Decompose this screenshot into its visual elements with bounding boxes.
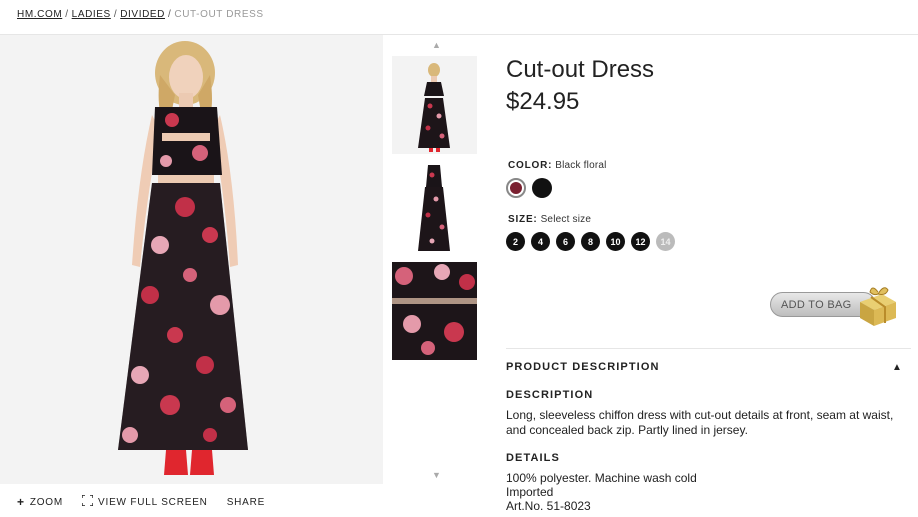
color-swatches [506, 178, 552, 198]
breadcrumb-separator: / [113, 9, 118, 20]
thumbnail-3[interactable] [392, 262, 477, 360]
section-divider [506, 348, 911, 349]
product-price: $24.95 [506, 88, 580, 115]
size-label-row: SIZE: Select size [508, 214, 591, 225]
thumbnails-down-arrow[interactable]: ▼ [432, 470, 441, 480]
product-title: Cut-out Dress [506, 56, 655, 83]
view-full-screen-label: VIEW FULL SCREEN [98, 496, 208, 508]
share-button[interactable]: SHARE [227, 497, 265, 508]
thumbnail-1[interactable] [392, 56, 477, 154]
swatch-black[interactable] [532, 178, 552, 198]
breadcrumb-separator: / [167, 9, 172, 20]
product-description-heading[interactable]: PRODUCT DESCRIPTION [506, 361, 660, 373]
gift-box-icon [852, 280, 900, 333]
zoom-button[interactable]: + ZOOM [17, 495, 64, 509]
description-text: Long, sleeveless chiffon dress with cut-… [506, 408, 894, 437]
expand-icon [81, 494, 94, 509]
details-line-1: 100% polyester. Machine wash cold [506, 471, 697, 485]
size-option-6[interactable]: 6 [556, 232, 575, 251]
share-label: SHARE [226, 496, 266, 508]
size-value: Select size [540, 214, 592, 225]
breadcrumb-link-hm[interactable]: HM.COM [17, 9, 62, 20]
color-value: Black floral [555, 160, 607, 171]
size-option-8[interactable]: 8 [581, 232, 600, 251]
breadcrumb-separator: / [65, 9, 69, 20]
breadcrumb: HM.COM / LADIES / DIVIDED / CUT-OUT DRESS [17, 9, 264, 20]
size-option-4[interactable]: 4 [531, 232, 550, 251]
swatch-black-floral[interactable] [506, 178, 526, 198]
size-option-12[interactable]: 12 [631, 232, 650, 251]
zoom-label: ZOOM [29, 496, 64, 508]
main-product-image[interactable] [0, 35, 383, 484]
size-label: SIZE: [508, 214, 538, 225]
breadcrumb-current: CUT-OUT DRESS [174, 9, 264, 20]
breadcrumb-link-divided[interactable]: DIVIDED [120, 9, 165, 20]
thumbnails-up-arrow[interactable]: ▲ [432, 40, 441, 50]
details-line-2: Imported [506, 485, 554, 499]
size-option-2[interactable]: 2 [506, 232, 525, 251]
image-tools: + ZOOM VIEW FULL SCREEN SHARE [17, 494, 265, 509]
plus-icon: + [17, 495, 25, 509]
color-label: COLOR: [508, 160, 553, 171]
size-option-14: 14 [656, 232, 675, 251]
view-full-screen-button[interactable]: VIEW FULL SCREEN [81, 494, 208, 509]
add-to-bag-label: ADD TO BAG [781, 298, 852, 311]
details-line-3: Art.No. 51-8023 [506, 499, 591, 513]
details-heading: DETAILS [506, 452, 560, 464]
size-option-10[interactable]: 10 [606, 232, 625, 251]
collapse-caret-icon[interactable]: ▲ [892, 362, 902, 373]
color-label-row: COLOR: Black floral [508, 160, 607, 171]
description-heading: DESCRIPTION [506, 389, 594, 401]
thumbnail-2[interactable] [392, 159, 477, 257]
size-options: 2 4 6 8 10 12 14 [506, 232, 675, 251]
breadcrumb-link-ladies[interactable]: LADIES [72, 9, 111, 20]
